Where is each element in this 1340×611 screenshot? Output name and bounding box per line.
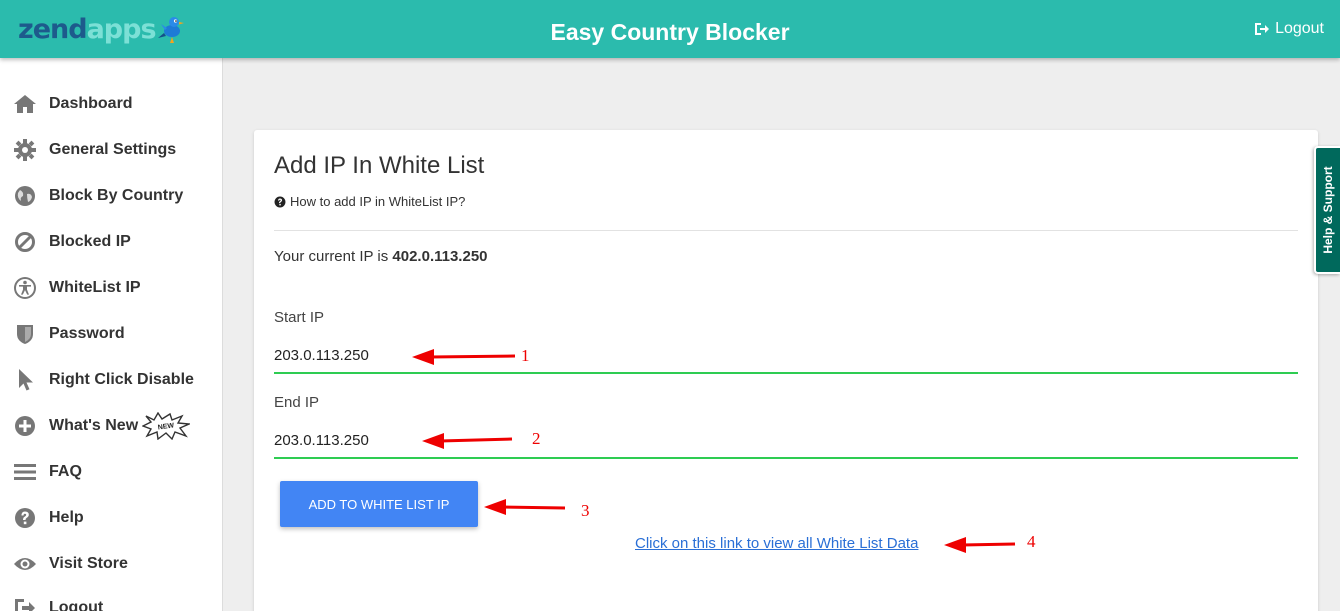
top-bar: zend apps Easy Country Blocker Logout <box>0 0 1340 58</box>
current-ip-value: 402.0.113.250 <box>392 248 488 265</box>
start-ip-label: Start IP <box>274 309 325 326</box>
sidebar: Dashboard General Settings Block By Coun… <box>0 58 223 611</box>
divider <box>274 230 1298 231</box>
sidebar-item-label: Dashboard <box>49 95 133 112</box>
cursor-icon <box>12 367 38 393</box>
sidebar-item-help[interactable]: Help <box>0 498 222 538</box>
logout-link[interactable]: Logout <box>1254 20 1324 38</box>
annotation-label-3: 3 <box>581 501 590 520</box>
start-ip-input[interactable] <box>274 338 1298 374</box>
sidebar-item-label: Block By Country <box>49 187 184 204</box>
current-ip-prefix: Your current IP is <box>274 248 393 265</box>
annotation-label-1: 1 <box>521 346 530 365</box>
sidebar-item-whats-new[interactable]: What's New NEW <box>0 406 222 446</box>
howto-label: How to add IP in WhiteList IP? <box>290 194 466 209</box>
question-circle-icon <box>12 505 38 531</box>
sidebar-item-blocked-ip[interactable]: Blocked IP <box>0 222 222 262</box>
help-support-label: Help & Support <box>1321 166 1335 254</box>
app-title: Easy Country Blocker <box>550 19 790 45</box>
plus-circle-icon <box>12 413 38 439</box>
sidebar-item-whitelist-ip[interactable]: WhiteList IP <box>0 268 222 308</box>
current-ip-text: Your current IP is 402.0.113.250 <box>274 248 488 265</box>
sidebar-item-label: Password <box>49 325 125 342</box>
sidebar-item-faq[interactable]: FAQ <box>0 452 222 492</box>
sidebar-item-dashboard[interactable]: Dashboard <box>0 84 222 124</box>
end-ip-input[interactable] <box>274 423 1298 459</box>
sidebar-item-block-by-country[interactable]: Block By Country <box>0 176 222 216</box>
sidebar-item-label: Blocked IP <box>49 233 131 250</box>
question-circle-icon <box>274 196 286 207</box>
new-badge-icon: NEW <box>142 412 191 440</box>
sidebar-item-label: General Settings <box>49 141 177 158</box>
page-title: Add IP In White List <box>274 152 485 179</box>
sidebar-item-label: FAQ <box>49 463 82 480</box>
sidebar-item-logout[interactable]: Logout <box>0 588 222 611</box>
sidebar-item-label: Visit Store <box>49 555 128 572</box>
sidebar-item-label: Help <box>49 509 84 526</box>
sidebar-item-label: What's New <box>49 417 139 434</box>
gear-icon <box>12 137 38 163</box>
sidebar-item-label: Right Click Disable <box>49 371 194 388</box>
whitelist-form-card: Add IP In White List How to add IP in Wh… <box>254 130 1318 611</box>
shield-icon <box>12 321 38 347</box>
globe-icon <box>12 183 38 209</box>
help-support-tab[interactable]: Help & Support <box>1314 146 1340 274</box>
sidebar-item-visit-store[interactable]: Visit Store <box>0 544 222 584</box>
accessibility-icon <box>12 275 38 301</box>
end-ip-label: End IP <box>274 394 320 411</box>
sign-out-icon <box>12 595 38 611</box>
sidebar-item-right-click-disable[interactable]: Right Click Disable <box>0 360 222 400</box>
logout-label: Logout <box>1275 20 1324 37</box>
menu-icon <box>12 459 38 485</box>
sidebar-item-general-settings[interactable]: General Settings <box>0 130 222 170</box>
add-to-whitelist-button[interactable]: ADD TO WHITE LIST IP <box>280 481 478 527</box>
sidebar-item-label: WhiteList IP <box>49 279 141 296</box>
eye-icon <box>12 551 38 577</box>
annotation-label-4: 4 <box>1027 532 1036 551</box>
howto-link[interactable]: How to add IP in WhiteList IP? <box>274 194 465 209</box>
annotation-label-2: 2 <box>532 429 541 448</box>
home-icon <box>12 91 38 117</box>
view-whitelist-link[interactable]: Click on this link to view all White Lis… <box>635 535 918 552</box>
sidebar-item-password[interactable]: Password <box>0 314 222 354</box>
ban-icon <box>12 229 38 255</box>
sign-out-icon <box>1255 23 1270 35</box>
sidebar-item-label: Logout <box>49 599 104 611</box>
